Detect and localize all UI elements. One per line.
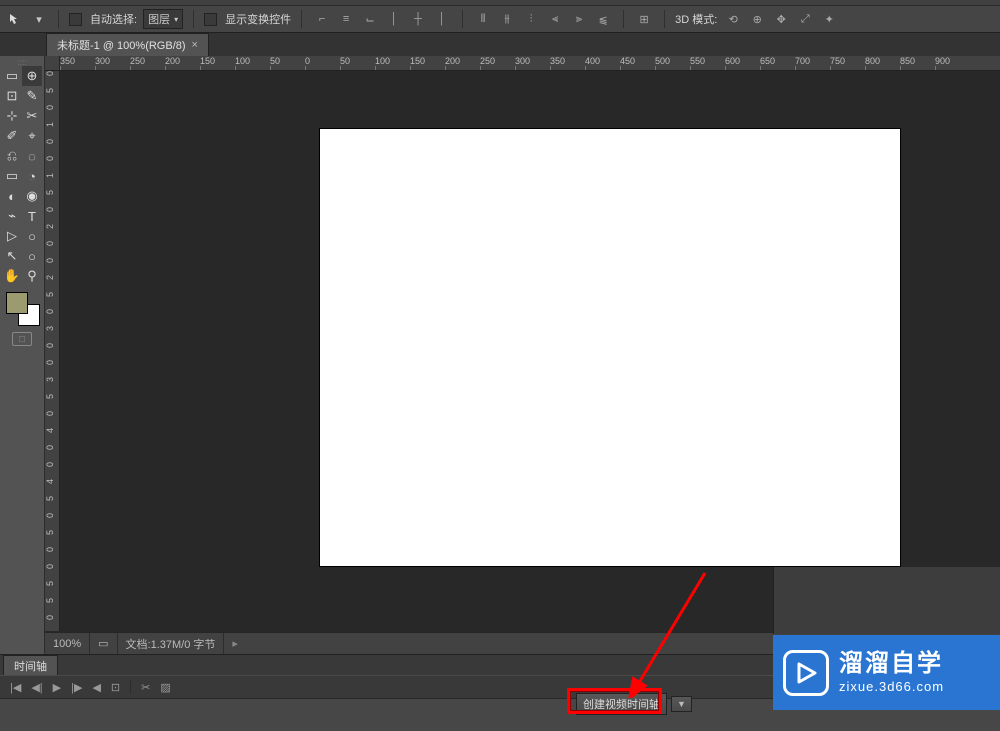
- scale-3d-icon[interactable]: ⤢: [795, 10, 815, 28]
- doc-info[interactable]: 文档:1.37M/0 字节: [118, 633, 225, 654]
- history-brush-tool[interactable]: ◌: [22, 146, 42, 166]
- vertical-ruler[interactable]: 050100150200250300350400450500550600: [45, 71, 60, 631]
- play-button[interactable]: ▶: [53, 681, 61, 694]
- horizontal-ruler[interactable]: 3503002502001501005005010015020025030035…: [60, 56, 1000, 71]
- distribute-2-icon[interactable]: ⫵: [497, 10, 517, 28]
- stamp-tool[interactable]: ⎌: [2, 146, 22, 166]
- show-transform-label: 显示变换控件: [225, 11, 291, 27]
- tools-panel: :::: ▭ ⊕ ⊡ ✎ ⊹ ✂ ✐ ⌖ ⎌ ◌ ▭ ◔ ◐ ◉ ⌁ T ▷ ○…: [0, 56, 45, 654]
- document-tab-bar: 未标题-1 @ 100%(RGB/8) ×: [0, 33, 1000, 56]
- distribute-6-icon[interactable]: ⫹: [593, 10, 613, 28]
- path-select-tool[interactable]: ▷: [2, 226, 22, 246]
- auto-select-value: 图层: [148, 11, 170, 27]
- align-top-icon[interactable]: ⌐: [312, 10, 332, 28]
- zoom-level[interactable]: 100%: [45, 633, 90, 654]
- orbit-icon[interactable]: ⟲: [723, 10, 743, 28]
- shape-tool[interactable]: ○: [22, 226, 42, 246]
- type-tool[interactable]: T: [22, 206, 42, 226]
- panel-grip-icon[interactable]: ::::: [2, 58, 42, 66]
- watermark: 溜溜自学 zixue.3d66.com: [773, 635, 1000, 710]
- move-3d-icon[interactable]: ✥: [771, 10, 791, 28]
- align-right-icon[interactable]: │: [432, 10, 452, 28]
- eyedropper-tool[interactable]: ✂: [22, 106, 42, 126]
- move-tool-icon: [6, 10, 24, 28]
- mute-button[interactable]: ◀: [92, 681, 100, 694]
- next-frame-button[interactable]: |▶: [71, 681, 82, 694]
- loop-button[interactable]: ⊡: [111, 681, 120, 694]
- marquee-tool[interactable]: ▭: [2, 66, 22, 86]
- foreground-color-swatch[interactable]: [6, 292, 28, 314]
- ellipse-tool[interactable]: ○: [22, 246, 42, 266]
- healing-tool[interactable]: ✐: [2, 126, 22, 146]
- canvas[interactable]: [320, 129, 900, 566]
- gradient-tool[interactable]: ◔: [22, 166, 42, 186]
- first-frame-button[interactable]: |◀: [10, 681, 21, 694]
- auto-align-icon[interactable]: ⊞: [634, 10, 654, 28]
- quick-select-tool[interactable]: ✎: [22, 86, 42, 106]
- annotation-highlight-box: [567, 688, 662, 714]
- rotate-3d-icon[interactable]: ✦: [819, 10, 839, 28]
- status-menu-icon[interactable]: ▸: [224, 637, 246, 650]
- separator: [301, 10, 302, 28]
- direct-select-tool[interactable]: ↖: [2, 246, 22, 266]
- transition-button[interactable]: ▨: [160, 681, 170, 694]
- pan-icon[interactable]: ⊕: [747, 10, 767, 28]
- separator: [664, 10, 665, 28]
- align-bottom-icon[interactable]: ⌙: [360, 10, 380, 28]
- auto-select-dropdown[interactable]: 图层 ▾: [143, 9, 183, 29]
- timeline-tab[interactable]: 时间轴: [3, 655, 58, 676]
- right-panel-stub: [773, 567, 1000, 634]
- pen-tool[interactable]: ⌁: [2, 206, 22, 226]
- brush-tool[interactable]: ⌖: [22, 126, 42, 146]
- show-transform-checkbox[interactable]: [204, 13, 217, 26]
- watermark-logo-icon: [783, 650, 829, 696]
- auto-select-label: 自动选择:: [90, 11, 137, 27]
- align-icons-group: ⌐ ≡ ⌙ │ ┼ │: [312, 10, 452, 28]
- mode-3d-icons: ⟲ ⊕ ✥ ⤢ ✦: [723, 10, 839, 28]
- canvas-viewport: 3503002502001501005005010015020025030035…: [45, 56, 1000, 654]
- chevron-down-icon: ▾: [174, 15, 178, 24]
- distribute-icons-group: ⫴ ⫵ ⫶ ⫷ ⫸ ⫹: [473, 10, 613, 28]
- align-vmid-icon[interactable]: ≡: [336, 10, 356, 28]
- distribute-5-icon[interactable]: ⫸: [569, 10, 589, 28]
- lasso-tool[interactable]: ⊡: [2, 86, 22, 106]
- zoom-tool[interactable]: ⚲: [22, 266, 42, 286]
- document-tab-title: 未标题-1 @ 100%(RGB/8): [57, 37, 186, 53]
- quick-mask-icon[interactable]: ☐: [12, 332, 32, 346]
- workspace: :::: ▭ ⊕ ⊡ ✎ ⊹ ✂ ✐ ⌖ ⎌ ◌ ▭ ◔ ◐ ◉ ⌁ T ▷ ○…: [0, 56, 1000, 654]
- separator: [462, 10, 463, 28]
- hand-tool[interactable]: ✋: [2, 266, 22, 286]
- status-icon[interactable]: ▭: [90, 633, 117, 654]
- dropdown-caret-icon[interactable]: ▾: [30, 10, 48, 28]
- blur-tool[interactable]: ◐: [2, 186, 22, 206]
- ruler-corner: [45, 56, 60, 71]
- distribute-1-icon[interactable]: ⫴: [473, 10, 493, 28]
- watermark-title: 溜溜自学: [839, 650, 944, 679]
- prev-frame-button[interactable]: ◀|: [31, 681, 42, 694]
- dodge-tool[interactable]: ◉: [22, 186, 42, 206]
- crop-tool[interactable]: ⊹: [2, 106, 22, 126]
- watermark-subtitle: zixue.3d66.com: [839, 679, 944, 695]
- split-button[interactable]: ✂: [141, 681, 150, 694]
- mode-3d-label: 3D 模式:: [675, 11, 717, 27]
- options-bar: ▾ 自动选择: 图层 ▾ 显示变换控件 ⌐ ≡ ⌙ │ ┼ │ ⫴ ⫵ ⫶ ⫷ …: [0, 6, 1000, 33]
- separator: [193, 10, 194, 28]
- color-swatches[interactable]: [6, 292, 40, 326]
- distribute-4-icon[interactable]: ⫷: [545, 10, 565, 28]
- move-tool[interactable]: ⊕: [22, 66, 42, 86]
- align-left-icon[interactable]: │: [384, 10, 404, 28]
- separator: [130, 680, 131, 694]
- document-tab[interactable]: 未标题-1 @ 100%(RGB/8) ×: [46, 33, 209, 56]
- close-icon[interactable]: ×: [192, 39, 198, 51]
- create-timeline-dropdown[interactable]: ▼: [671, 696, 692, 712]
- eraser-tool[interactable]: ▭: [2, 166, 22, 186]
- align-hmid-icon[interactable]: ┼: [408, 10, 428, 28]
- distribute-3-icon[interactable]: ⫶: [521, 10, 541, 28]
- separator: [623, 10, 624, 28]
- auto-select-checkbox[interactable]: [69, 13, 82, 26]
- separator: [58, 10, 59, 28]
